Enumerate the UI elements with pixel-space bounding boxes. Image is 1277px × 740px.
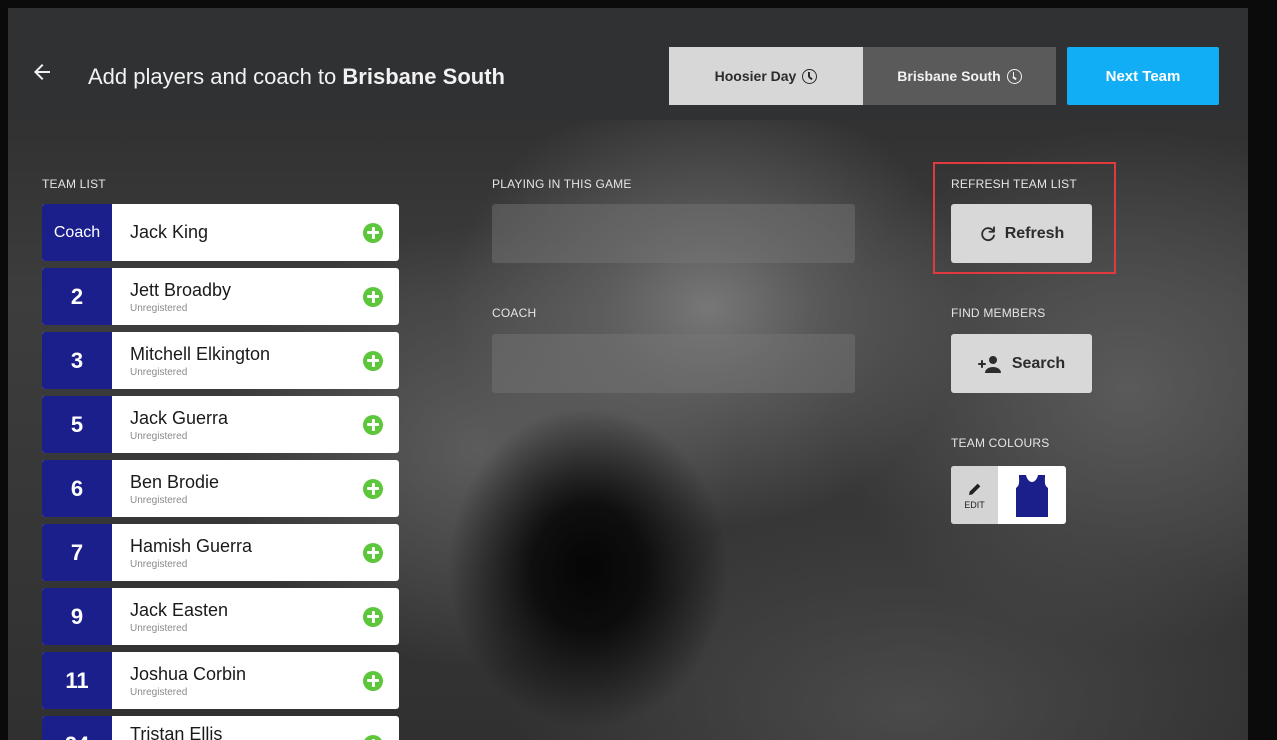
clock-icon	[1006, 68, 1022, 84]
player-status: Unregistered	[130, 366, 188, 378]
page-title-prefix: Add players and coach to	[88, 64, 343, 89]
refresh-button[interactable]: Refresh	[951, 204, 1092, 263]
add-circle-icon[interactable]	[363, 606, 383, 627]
player-row[interactable]: 9 Jack Easten Unregistered	[42, 588, 399, 645]
player-info: Hamish Guerra Unregistered	[112, 524, 363, 581]
player-name: Jack Easten	[130, 599, 229, 620]
player-info: Jett Broadby Unregistered	[112, 268, 363, 325]
team-colours-widget[interactable]: EDIT	[951, 466, 1066, 524]
player-name: Tristan Ellis	[130, 724, 223, 740]
page-title: Add players and coach to Brisbane South	[88, 64, 505, 90]
edit-colours-button[interactable]: EDIT	[951, 466, 998, 524]
coach-info: Jack King	[112, 204, 363, 261]
player-row[interactable]: 11 Joshua Corbin Unregistered	[42, 652, 399, 709]
tab-hoosier-day-label: Hoosier Day	[714, 68, 797, 84]
next-team-button[interactable]: Next Team	[1067, 47, 1219, 105]
player-info: Ben Brodie Unregistered	[112, 460, 363, 517]
tab-hoosier-day[interactable]: Hoosier Day	[669, 47, 863, 105]
player-number: 9	[42, 588, 112, 645]
add-circle-icon[interactable]	[363, 286, 383, 307]
player-number: 2	[42, 268, 112, 325]
clock-icon	[802, 68, 818, 84]
page-title-team: Brisbane South	[342, 64, 505, 89]
player-name: Mitchell Elkington	[130, 343, 271, 364]
playing-label: PLAYING IN THIS GAME	[492, 177, 632, 191]
player-number: 7	[42, 524, 112, 581]
player-info: Mitchell Elkington Unregistered	[112, 332, 363, 389]
app-screen: Add players and coach to Brisbane South …	[8, 8, 1248, 740]
refresh-icon	[980, 225, 995, 241]
edit-label: EDIT	[964, 499, 985, 510]
player-info: Joshua Corbin Unregistered	[112, 652, 363, 709]
player-number: 5	[42, 396, 112, 453]
right-border	[1248, 0, 1277, 740]
team-colours-label: TEAM COLOURS	[951, 436, 1050, 450]
player-number: 24	[42, 716, 112, 740]
jersey-preview	[998, 466, 1066, 524]
top-border	[0, 0, 1277, 8]
player-row[interactable]: 7 Hamish Guerra Unregistered	[42, 524, 399, 581]
player-name: Hamish Guerra	[130, 535, 253, 556]
player-status: Unregistered	[130, 558, 188, 570]
back-arrow-icon[interactable]	[30, 60, 54, 84]
playing-dropzone[interactable]	[492, 204, 855, 263]
player-status: Unregistered	[130, 494, 188, 506]
add-circle-icon[interactable]	[363, 734, 383, 740]
add-circle-icon[interactable]	[363, 414, 383, 435]
tab-brisbane-south[interactable]: Brisbane South	[863, 47, 1056, 105]
jersey-icon	[1016, 475, 1048, 517]
search-members-button[interactable]: Search	[951, 334, 1092, 393]
player-row[interactable]: 2 Jett Broadby Unregistered	[42, 268, 399, 325]
player-row[interactable]: 24 Tristan Ellis	[42, 716, 399, 740]
player-number: 11	[42, 652, 112, 709]
coach-badge: Coach	[42, 204, 112, 261]
coach-name: Jack King	[130, 222, 209, 242]
player-info: Tristan Ellis	[112, 716, 363, 740]
player-row[interactable]: 3 Mitchell Elkington Unregistered	[42, 332, 399, 389]
coach-dropzone[interactable]	[492, 334, 855, 393]
add-person-icon	[977, 355, 1001, 373]
tab-brisbane-south-label: Brisbane South	[897, 68, 1001, 84]
add-circle-icon[interactable]	[363, 542, 383, 563]
player-name: Jett Broadby	[130, 279, 232, 300]
coach-label: COACH	[492, 306, 537, 320]
player-status: Unregistered	[130, 622, 188, 634]
player-number: 6	[42, 460, 112, 517]
player-info: Jack Guerra Unregistered	[112, 396, 363, 453]
player-info: Jack Easten Unregistered	[112, 588, 363, 645]
player-status: Unregistered	[130, 686, 188, 698]
player-name: Jack Guerra	[130, 407, 229, 428]
player-number: 3	[42, 332, 112, 389]
add-circle-icon[interactable]	[363, 222, 383, 243]
team-list-label: TEAM LIST	[42, 177, 106, 191]
refresh-button-label: Refresh	[1004, 224, 1065, 242]
find-members-label: FIND MEMBERS	[951, 306, 1046, 320]
add-circle-icon[interactable]	[363, 670, 383, 691]
add-circle-icon[interactable]	[363, 350, 383, 371]
player-row[interactable]: 6 Ben Brodie Unregistered	[42, 460, 399, 517]
player-row[interactable]: 5 Jack Guerra Unregistered	[42, 396, 399, 453]
player-name: Ben Brodie	[130, 471, 220, 492]
add-circle-icon[interactable]	[363, 478, 383, 499]
pencil-icon	[968, 483, 980, 495]
search-button-label: Search	[1011, 354, 1066, 372]
player-name: Joshua Corbin	[130, 663, 247, 684]
player-status: Unregistered	[130, 430, 188, 442]
coach-row[interactable]: Coach Jack King	[42, 204, 399, 261]
player-status: Unregistered	[130, 302, 188, 314]
header-bar: Add players and coach to Brisbane South …	[8, 8, 1248, 120]
